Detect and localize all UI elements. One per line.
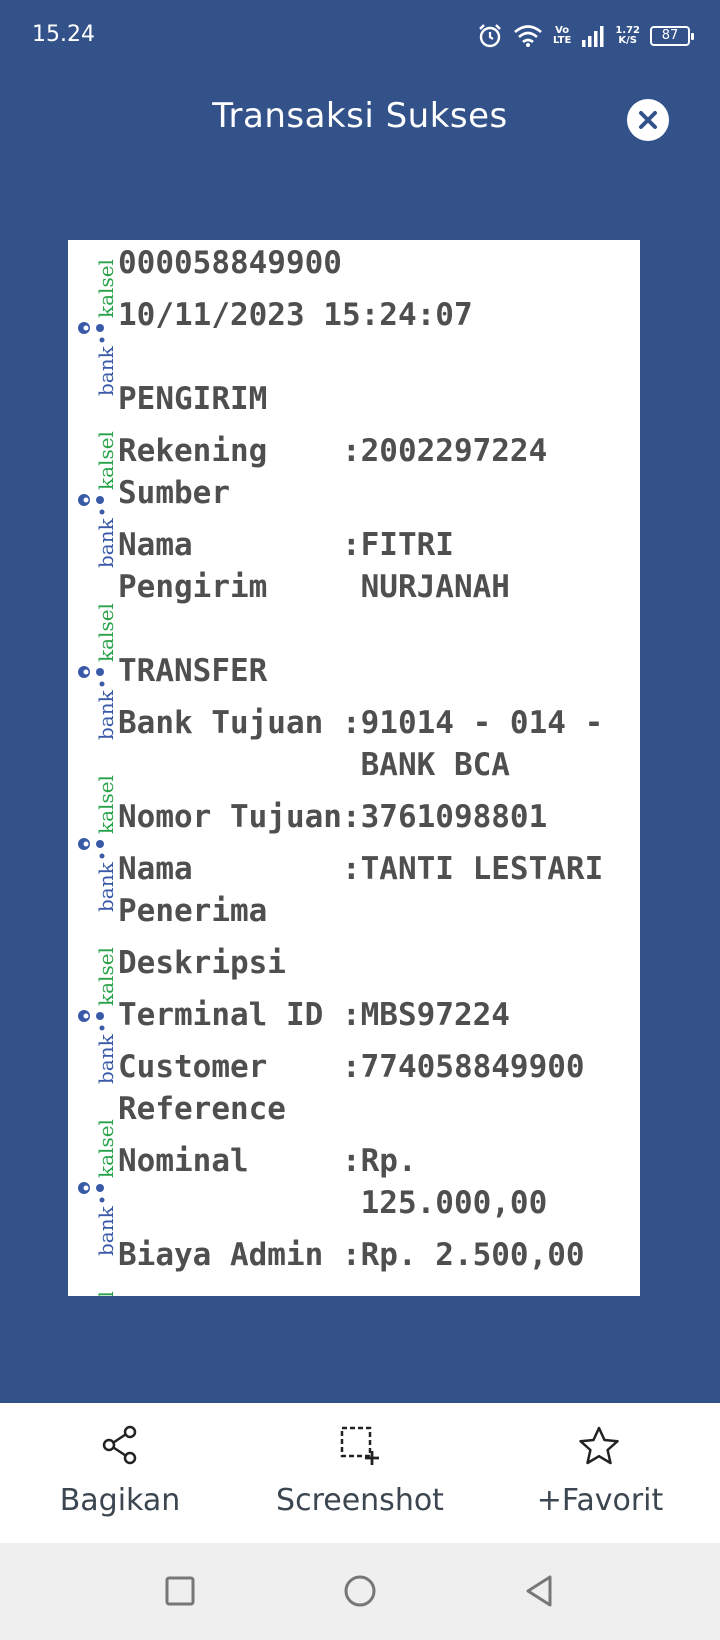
receipt-line: PENGIRIM xyxy=(118,381,268,417)
receipt-line: Nama :TANTI LESTARI xyxy=(118,851,604,887)
svg-text:bank: bank xyxy=(94,1033,116,1084)
system-nav-bar xyxy=(0,1543,720,1640)
receipt-line: Reference xyxy=(118,1091,286,1127)
network-speed: 1.72 K/S xyxy=(615,25,640,46)
close-button[interactable] xyxy=(627,99,669,141)
share-label: Bagikan xyxy=(59,1483,181,1518)
svg-text:kalsel: kalsel xyxy=(94,603,116,662)
bank-logo-watermark: bank kalsel xyxy=(78,947,116,1084)
status-icons: Vo LTE 1.72 K/S 87 xyxy=(477,20,694,52)
share-icon xyxy=(102,1425,137,1465)
screenshot-button[interactable]: Screenshot xyxy=(240,1403,480,1543)
circle-icon[interactable] xyxy=(340,1571,380,1611)
alarm-icon xyxy=(479,24,501,48)
svg-text:bank: bank xyxy=(94,517,116,568)
receipt-line: Biaya Admin :Rp. 2.500,00 xyxy=(118,1237,585,1273)
favorite-button[interactable]: +Favorit xyxy=(480,1403,720,1543)
svg-text:bank: bank xyxy=(94,861,116,912)
screenshot-label: Screenshot xyxy=(276,1483,444,1518)
bank-logo-watermark: bank kalsel xyxy=(78,431,116,568)
bank-logo-watermark: bank kalsel xyxy=(78,775,116,912)
receipt-image: bank kalsel bank kalsel bank kalsel bank kalsel… xyxy=(68,240,640,1296)
receipt-line: 125.000,00 xyxy=(118,1185,548,1221)
svg-text:bank: bank xyxy=(94,1205,116,1256)
svg-text:bank: bank xyxy=(94,689,116,740)
signal-icon xyxy=(582,26,604,47)
receipt-line: Terminal ID :MBS97224 xyxy=(118,997,510,1033)
share-button[interactable]: Bagikan xyxy=(0,1403,240,1543)
wifi-icon xyxy=(514,25,542,47)
battery-level: 87 xyxy=(661,28,679,43)
status-bar: 15.24 Vo LTE 1.72 K/S 87 xyxy=(0,0,720,72)
receipt-line: BANK BCA xyxy=(118,747,510,783)
bank-logo-watermark: bank kalsel xyxy=(78,1119,116,1256)
receipt-line: Nominal :Rp. xyxy=(118,1143,417,1179)
square-icon[interactable] xyxy=(160,1571,200,1611)
page-title: Transaksi Sukses xyxy=(212,96,508,136)
volte-indicator: Vo LTE xyxy=(552,25,572,46)
svg-text:kalsel: kalsel xyxy=(94,431,116,490)
svg-text:kalsel: kalsel xyxy=(94,947,116,1006)
receipt-line: Nomor Tujuan:3761098801 xyxy=(118,799,548,835)
triangle-back-icon[interactable] xyxy=(520,1571,560,1611)
action-bar: Bagikan Screenshot +Favorit xyxy=(0,1403,720,1543)
svg-text:kalsel: kalsel xyxy=(94,1291,116,1296)
bank-logo-watermark: bankkalsel xyxy=(94,1291,116,1296)
svg-text:kalsel: kalsel xyxy=(94,775,116,834)
receipt-line: Sumber xyxy=(118,475,230,511)
receipt-line: Penerima xyxy=(118,893,268,929)
receipt-line: 000058849900 xyxy=(118,245,342,281)
receipt-line: Deskripsi xyxy=(118,945,286,981)
receipt-line: Rekening :2002297224 xyxy=(118,433,548,469)
bank-logo-watermark: bank kalsel xyxy=(78,259,116,396)
receipt-line: Customer :774058849900 xyxy=(118,1049,585,1085)
svg-text:kalsel: kalsel xyxy=(94,259,116,318)
star-icon xyxy=(579,1426,619,1465)
receipt-line: Nama :FITRI xyxy=(118,527,454,563)
favorite-label: +Favorit xyxy=(536,1483,664,1518)
bank-logo-watermark: bank kalsel xyxy=(78,603,116,740)
receipt-line: 10/11/2023 15:24:07 xyxy=(118,297,473,333)
battery-icon: 87 xyxy=(650,26,694,46)
screenshot-icon xyxy=(340,1426,379,1465)
receipt-line: Bank Tujuan :91014 - 014 - xyxy=(118,705,604,741)
receipt-line: TRANSFER xyxy=(118,653,268,689)
svg-text:kalsel: kalsel xyxy=(94,1119,116,1178)
receipt-line: Pengirim NURJANAH xyxy=(118,569,510,605)
close-icon xyxy=(639,111,657,129)
status-time: 15.24 xyxy=(32,22,95,47)
svg-text:bank: bank xyxy=(94,345,116,396)
